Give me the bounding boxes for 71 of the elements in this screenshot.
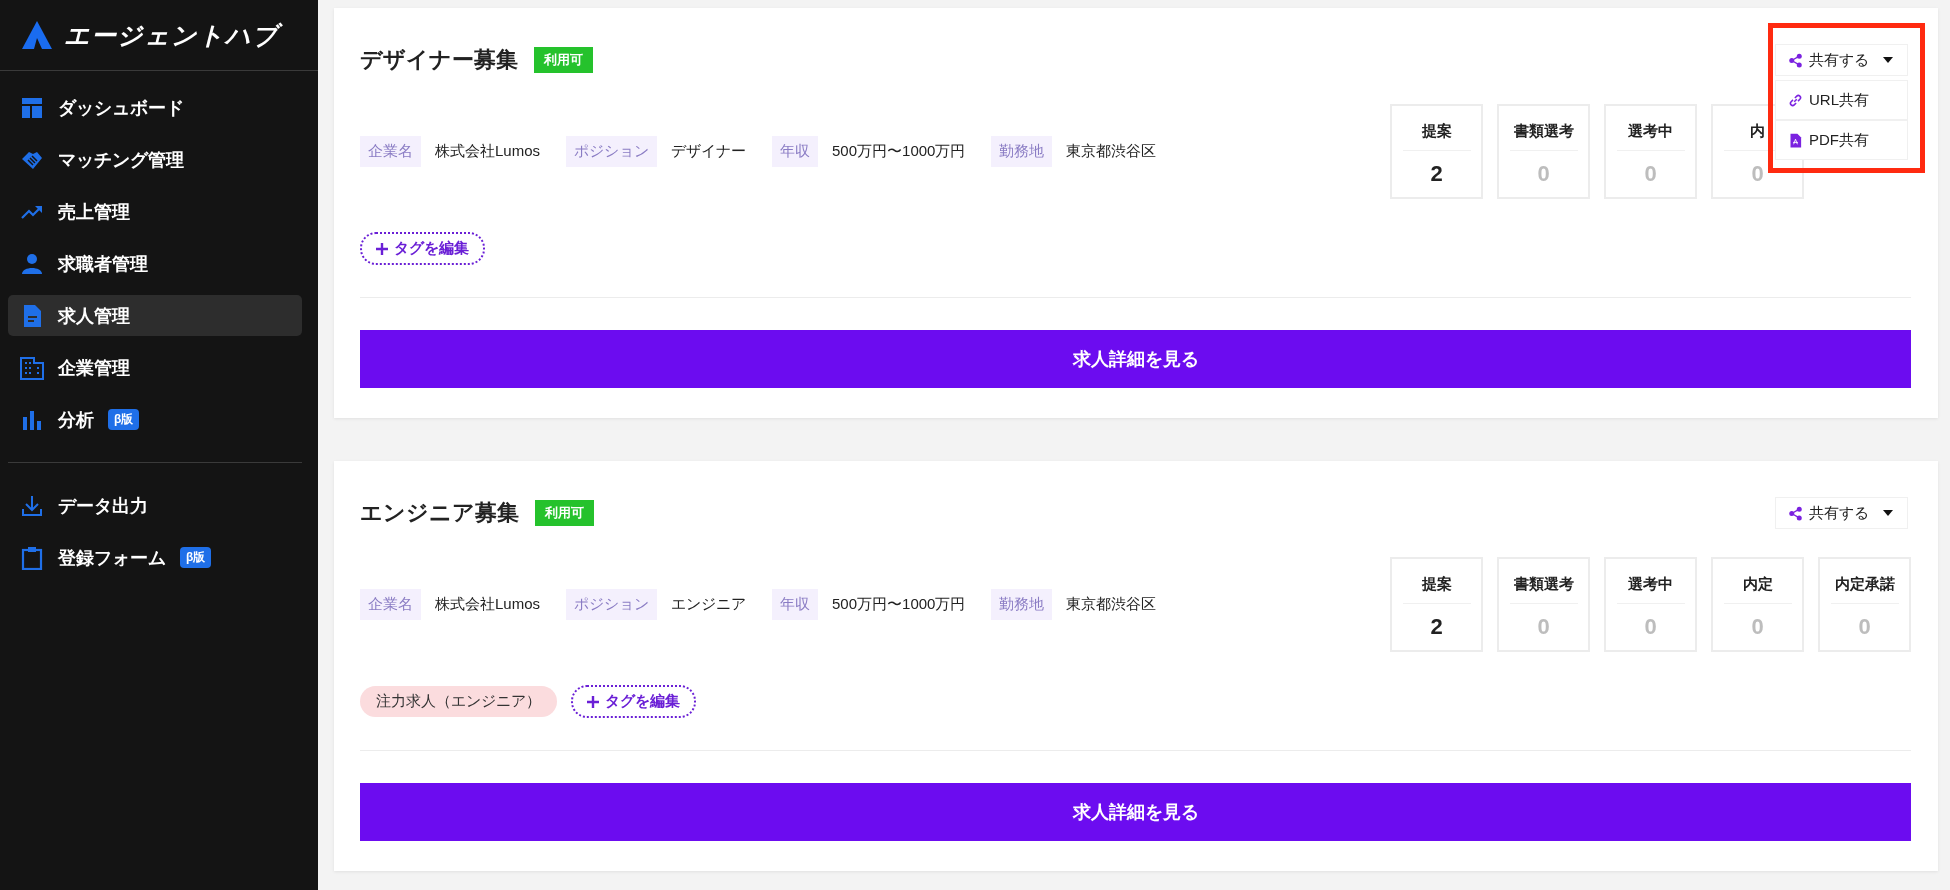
download-icon (20, 493, 44, 518)
field-value: 株式会社Lumos (435, 142, 541, 161)
field-value: 株式会社Lumos (435, 595, 541, 614)
sidebar-item[interactable]: 求職者管理 (8, 243, 302, 284)
logo-icon (22, 21, 52, 49)
menu-item[interactable]: URL共有 (1775, 80, 1908, 120)
sidebar-item[interactable]: 売上管理 (8, 191, 302, 232)
stat-value: 0 (1751, 614, 1764, 640)
share-icon (1788, 505, 1803, 521)
field-value: 東京都渋谷区 (1066, 142, 1157, 161)
stat-label: 提案 (1402, 122, 1471, 151)
beta-badge: β版 (180, 547, 212, 568)
clipboard-icon (20, 545, 44, 570)
stat-label: 内定 (1723, 575, 1792, 604)
share-button[interactable]: 共有する (1775, 497, 1908, 529)
field-label: ポジション (566, 136, 658, 167)
stat-value: 0 (1537, 614, 1550, 640)
dashboard-icon (20, 95, 44, 120)
field-label: 企業名 (360, 589, 421, 620)
field-value: 500万円〜1000万円 (832, 595, 966, 614)
stat-label: 内定承諾 (1830, 575, 1899, 604)
beta-badge: β版 (108, 409, 140, 430)
edit-tags-button[interactable]: タグを編集 (571, 685, 696, 718)
field-value: 500万円〜1000万円 (832, 142, 966, 161)
plus-icon (376, 242, 388, 255)
stat-value: 2 (1430, 614, 1443, 640)
stat-label: 書類選考 (1509, 122, 1578, 151)
stat-value: 0 (1644, 614, 1657, 640)
field-value: デザイナー (671, 142, 747, 161)
link-icon (1788, 92, 1803, 108)
person-icon (20, 251, 44, 276)
sidebar-item[interactable]: 求人管理 (8, 295, 302, 336)
sidebar-item[interactable]: 登録フォーム β版 (8, 537, 302, 578)
stat-label: 書類選考 (1509, 575, 1578, 604)
field-label: 年収 (772, 136, 819, 167)
stat-value: 0 (1751, 161, 1764, 187)
caret-icon (1883, 57, 1893, 63)
field-label: 年収 (772, 589, 819, 620)
field-label: 企業名 (360, 136, 421, 167)
share-icon (1788, 52, 1803, 68)
building-icon (20, 355, 44, 380)
stat-value: 0 (1858, 614, 1871, 640)
stat-value: 0 (1644, 161, 1657, 187)
field-label: 勤務地 (991, 589, 1053, 620)
field-label: ポジション (566, 589, 658, 620)
field-value: エンジニア (671, 595, 747, 614)
status-badge: 利用可 (534, 47, 593, 73)
sidebar-item[interactable]: ダッシュボード (8, 87, 302, 128)
share-button[interactable]: 共有する (1775, 44, 1908, 76)
sidebar-item[interactable]: 企業管理 (8, 347, 302, 388)
job-title: エンジニア募集 (360, 499, 519, 527)
field-value: 東京都渋谷区 (1066, 595, 1157, 614)
sidebar-item[interactable]: 分析 β版 (8, 399, 302, 440)
status-badge: 利用可 (535, 500, 594, 526)
stat-label: 選考中 (1616, 575, 1685, 604)
field-label: 勤務地 (991, 136, 1053, 167)
tag: 注力求人（エンジニア） (360, 686, 557, 717)
stat-value: 0 (1537, 161, 1550, 187)
stat-label: 提案 (1402, 575, 1471, 604)
plus-icon (587, 695, 599, 708)
stat-value: 2 (1430, 161, 1443, 187)
job-title: デザイナー募集 (360, 46, 518, 74)
sidebar-item[interactable]: データ出力 (8, 485, 302, 526)
stat-label: 選考中 (1616, 122, 1685, 151)
pdf-file-icon (1788, 132, 1803, 148)
menu-item[interactable]: PDF共有 (1775, 120, 1908, 160)
edit-tags-button[interactable]: タグを編集 (360, 232, 485, 265)
view-details-button[interactable]: 求人詳細を見る (360, 783, 1911, 841)
view-details-button[interactable]: 求人詳細を見る (360, 330, 1911, 388)
caret-icon (1883, 510, 1893, 516)
sidebar-item[interactable]: マッチング管理 (8, 139, 302, 180)
